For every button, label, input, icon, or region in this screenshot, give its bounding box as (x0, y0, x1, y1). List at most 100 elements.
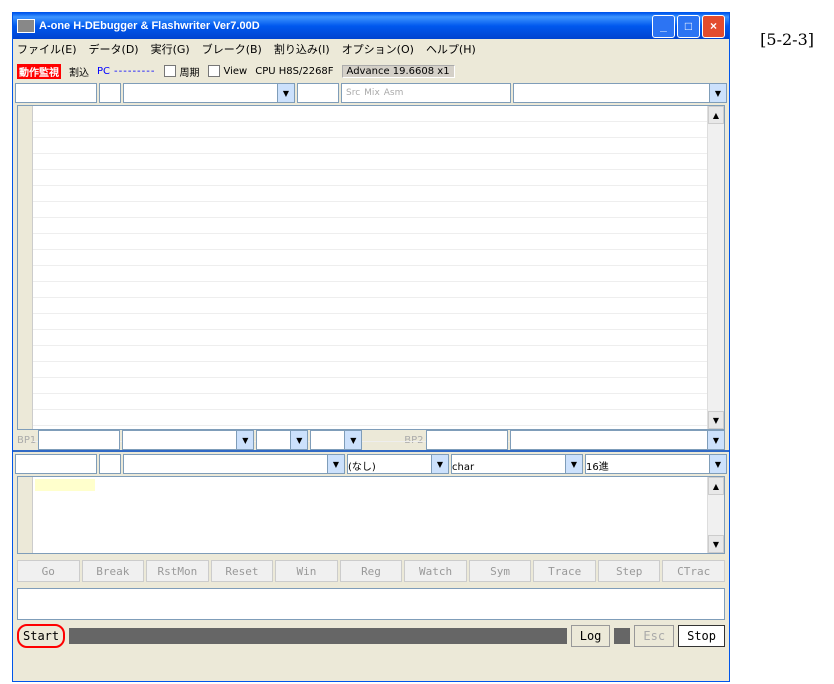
bp1-input[interactable] (38, 430, 121, 450)
top-combo-row: ▼ Src Mix Asm ▼ (13, 83, 729, 103)
watch-button[interactable]: Watch (404, 560, 467, 582)
close-button[interactable]: × (702, 14, 725, 38)
window-title: A-one H-DEbugger & Flashwriter Ver7.00D (39, 20, 260, 32)
top-address-input[interactable] (15, 83, 97, 103)
bp2-select[interactable]: ▼ (509, 430, 725, 450)
sym-button[interactable]: Sym (468, 560, 532, 582)
menu-interrupt[interactable]: 割り込み(I) (274, 41, 330, 57)
trace-button[interactable]: Trace (533, 560, 596, 582)
source-line (33, 282, 707, 298)
watch-address-input[interactable] (15, 454, 97, 474)
source-scrollbar[interactable]: ▲ ▼ (707, 106, 724, 429)
menu-break[interactable]: ブレーク(B) (202, 41, 262, 57)
bp1-select-1[interactable]: ▼ (122, 430, 255, 450)
cycle-checkbox[interactable] (163, 65, 176, 77)
scroll-up-icon[interactable]: ▲ (708, 106, 724, 124)
source-line (33, 346, 707, 362)
source-line (33, 330, 707, 346)
source-line (33, 138, 707, 154)
break-button[interactable]: Break (81, 560, 145, 582)
cpu-info: CPU H8S/2268F (255, 65, 334, 77)
source-line (33, 154, 707, 170)
log-display[interactable] (17, 588, 725, 620)
app-window: A-one H-DEbugger & Flashwriter Ver7.00D … (12, 12, 730, 682)
watch-base-select[interactable]: 16進 ▼ (585, 454, 727, 474)
menu-run[interactable]: 実行(G) (151, 41, 190, 57)
bp1-select-3[interactable]: ▼ (310, 430, 363, 450)
source-line (33, 250, 707, 266)
watch-stepper[interactable] (99, 454, 121, 474)
top-stepper[interactable] (99, 83, 121, 103)
bottom-status-bar: Start Log Esc Stop (13, 622, 729, 650)
watch-gutter (18, 477, 33, 553)
radio-selector[interactable]: Src Mix Asm (341, 83, 511, 103)
menu-help[interactable]: ヘルプ(H) (426, 41, 476, 57)
watch-scrollbar[interactable]: ▲ ▼ (707, 477, 724, 553)
ctrac-button[interactable]: CTrac (662, 560, 726, 582)
source-gutter (18, 106, 33, 429)
status-toolbar: 動作監視 割込 PC --------- 周期 View CPU H8S/226… (17, 61, 725, 81)
view-label: View (223, 65, 248, 77)
radio-mix[interactable]: Mix (364, 88, 380, 98)
source-view[interactable]: ▲ ▼ (17, 105, 725, 442)
top-select-2[interactable] (297, 83, 339, 103)
source-line (33, 234, 707, 250)
command-buttons: Go Break RstMon Reset Win Reg Watch Sym … (13, 556, 729, 586)
bp2-input[interactable] (425, 430, 508, 450)
menu-bar: ファイル(E) データ(D) 実行(G) ブレーク(B) 割り込み(I) オプシ… (13, 39, 729, 59)
watch-scroll-down-icon[interactable]: ▼ (708, 535, 724, 553)
radio-asm[interactable]: Asm (384, 88, 404, 98)
scroll-down-icon[interactable]: ▼ (708, 411, 724, 429)
maximize-button[interactable]: □ (677, 14, 700, 38)
reg-button[interactable]: Reg (339, 560, 403, 582)
source-line (33, 170, 707, 186)
start-button[interactable]: Start (17, 624, 66, 648)
watch-view[interactable]: ▲ ▼ (17, 476, 725, 554)
step-button[interactable]: Step (597, 560, 661, 582)
source-line (33, 378, 707, 394)
log-button[interactable]: Log (570, 625, 611, 647)
source-line (33, 394, 707, 410)
source-line (33, 186, 707, 202)
source-line (33, 122, 707, 138)
source-line (33, 106, 707, 122)
view-checkbox[interactable] (207, 65, 220, 77)
progress-indicator (69, 628, 567, 644)
watch-panel: ▼ (なし) ▼ char ▼ 16進 ▼ ▲ ▼ (13, 450, 729, 554)
go-button[interactable]: Go (17, 560, 80, 582)
watch-mode-select[interactable]: (なし) ▼ (347, 454, 449, 474)
reset-button[interactable]: Reset (210, 560, 274, 582)
title-bar[interactable]: A-one H-DEbugger & Flashwriter Ver7.00D … (13, 13, 729, 39)
win-button[interactable]: Win (275, 560, 338, 582)
source-line (33, 410, 707, 426)
watch-symbol-select[interactable]: ▼ (123, 454, 345, 474)
watch-type-select[interactable]: char ▼ (451, 454, 583, 474)
source-line (33, 362, 707, 378)
top-select-3[interactable]: ▼ (513, 83, 727, 103)
pc-label: PC (97, 65, 111, 77)
watch-scroll-up-icon[interactable]: ▲ (708, 477, 724, 495)
rstmon-button[interactable]: RstMon (146, 560, 209, 582)
stop-button[interactable]: Stop (678, 625, 725, 647)
menu-option[interactable]: オプション(O) (342, 41, 414, 57)
source-line (33, 266, 707, 282)
status-indicator-box (614, 628, 631, 644)
watch-combo-row: ▼ (なし) ▼ char ▼ 16進 ▼ (13, 454, 729, 474)
bp1-select-2[interactable]: ▼ (256, 430, 309, 450)
menu-data[interactable]: データ(D) (89, 41, 139, 57)
source-line (33, 218, 707, 234)
cycle-label: 周期 (179, 67, 200, 79)
source-line (33, 202, 707, 218)
pc-value: --------- (114, 65, 156, 77)
advance-info: Advance 19.6608 x1 (341, 64, 455, 78)
page-annotation: [5-2-3] (760, 30, 814, 49)
interrupt-status: 割込 (69, 67, 89, 79)
esc-button[interactable]: Esc (634, 625, 675, 647)
top-select-1[interactable]: ▼ (123, 83, 295, 103)
menu-file[interactable]: ファイル(E) (17, 41, 77, 57)
minimize-button[interactable]: _ (652, 14, 675, 38)
app-icon (17, 19, 35, 33)
watch-highlight (35, 479, 95, 491)
radio-src[interactable]: Src (346, 88, 360, 98)
monitoring-status: 動作監視 (17, 63, 61, 79)
